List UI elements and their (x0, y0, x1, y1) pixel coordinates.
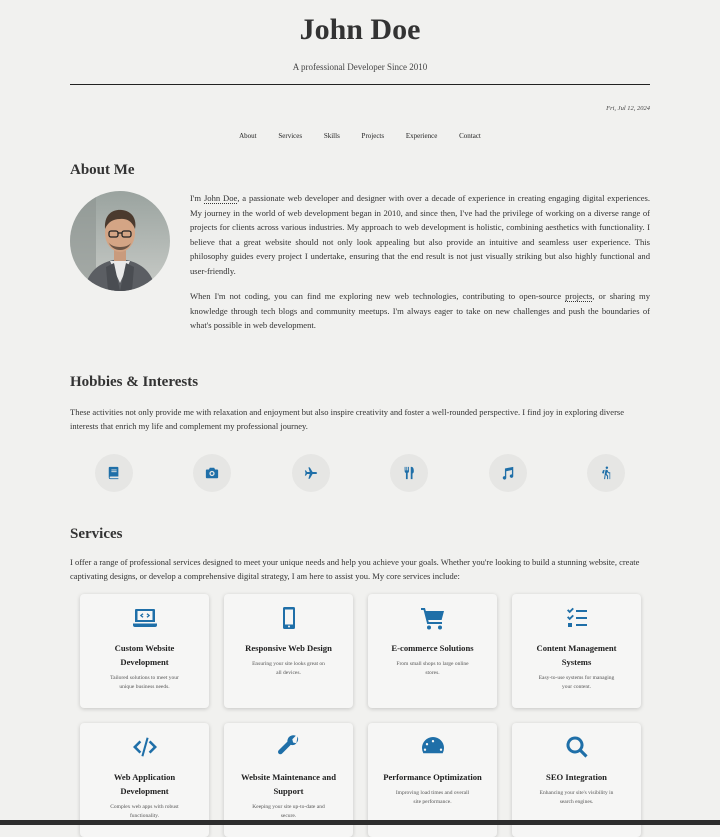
hiking-icon (586, 453, 625, 492)
service-card[interactable]: Content Management Systems Easy-to-use s… (512, 593, 641, 708)
service-title: Responsive Web Design (245, 642, 332, 653)
about-section: About Me I'm John Doe, a passionate web … (70, 162, 650, 344)
site-title: John Doe (299, 13, 421, 46)
service-desc: Enhancing your site's visibility in sear… (539, 789, 614, 805)
service-desc: Tailored solutions to meet your unique b… (110, 674, 179, 690)
service-desc: Ensuring your site looks great on all de… (252, 660, 325, 676)
nav-projects[interactable]: Projects (362, 132, 385, 140)
hobby-icons (70, 453, 650, 492)
service-desc: Easy-to-use systems for managing your co… (538, 674, 615, 690)
plane-icon (291, 453, 330, 492)
name-link[interactable]: John Doe (203, 193, 238, 204)
services-heading: Services (70, 525, 123, 542)
service-card[interactable]: Custom Website Development Tailored solu… (80, 593, 209, 708)
site-tagline: A professional Developer Since 2010 (292, 62, 428, 72)
current-date: Fri, Jul 12, 2024 (606, 105, 650, 112)
nav-contact[interactable]: Contact (459, 132, 481, 140)
service-title: Performance Optimization (383, 771, 482, 782)
service-desc: From small shops to large online stores. (396, 660, 469, 676)
mobile-icon (282, 606, 295, 629)
about-text: I'm John Doe, a passionate web developer… (190, 191, 650, 344)
nav-about[interactable]: About (239, 132, 257, 140)
about-p2-lead: When I'm not coding, you can find me exp… (190, 291, 566, 301)
service-card[interactable]: E-commerce Solutions From small shops to… (368, 593, 497, 708)
site-header: John Doe A professional Developer Since … (70, 0, 650, 112)
nav-skills[interactable]: Skills (324, 132, 340, 140)
services-section: Services I offer a range of professional… (70, 526, 650, 837)
wrench-icon (277, 734, 298, 754)
about-heading: About Me (70, 162, 135, 178)
laptop-code-icon (132, 608, 157, 627)
book-icon (95, 453, 133, 492)
hobbies-section: Hobbies & Interests These activities not… (70, 374, 650, 492)
service-cards: Custom Website Development Tailored solu… (80, 593, 641, 837)
services-text: I offer a range of professional services… (70, 556, 640, 582)
gauge-icon (421, 736, 444, 753)
nav-services[interactable]: Services (278, 132, 302, 140)
footer-bar (0, 820, 720, 825)
list-check-icon (566, 607, 587, 627)
header-divider (70, 84, 650, 85)
music-icon (488, 453, 527, 492)
profile-photo (70, 191, 170, 291)
cart-icon (420, 607, 444, 629)
about-p1-body: , a passionate web developer and designe… (190, 193, 651, 276)
service-title: Web Application Development (113, 771, 176, 796)
service-title: Website Maintenance and Support (240, 771, 336, 796)
projects-link[interactable]: projects (565, 291, 593, 302)
utensils-icon (390, 453, 429, 492)
service-title: Content Management Systems (536, 642, 617, 667)
camera-icon (193, 453, 232, 492)
service-title: Custom Website Development (114, 642, 175, 667)
code-icon (132, 737, 157, 756)
service-desc: Improving load times and overall site pe… (395, 789, 470, 805)
service-title: SEO Integration (546, 771, 607, 782)
nav-experience[interactable]: Experience (406, 132, 437, 140)
search-icon (565, 736, 588, 758)
hobbies-heading: Hobbies & Interests (70, 373, 199, 390)
hobbies-text: These activities not only provide me wit… (70, 406, 624, 432)
service-desc: Keeping your site up-to-date and secure. (252, 803, 325, 819)
service-desc: Complex web apps with robust functionali… (110, 803, 179, 819)
about-paragraph-2: When I'm not coding, you can find me exp… (190, 289, 650, 333)
service-card[interactable]: Responsive Web Design Ensuring your site… (224, 593, 353, 708)
about-p1-lead: I'm (190, 193, 204, 203)
service-title: E-commerce Solutions (391, 642, 474, 653)
about-paragraph-1: I'm John Doe, a passionate web developer… (190, 191, 650, 278)
main-nav: About Services Skills Projects Experienc… (70, 132, 650, 140)
